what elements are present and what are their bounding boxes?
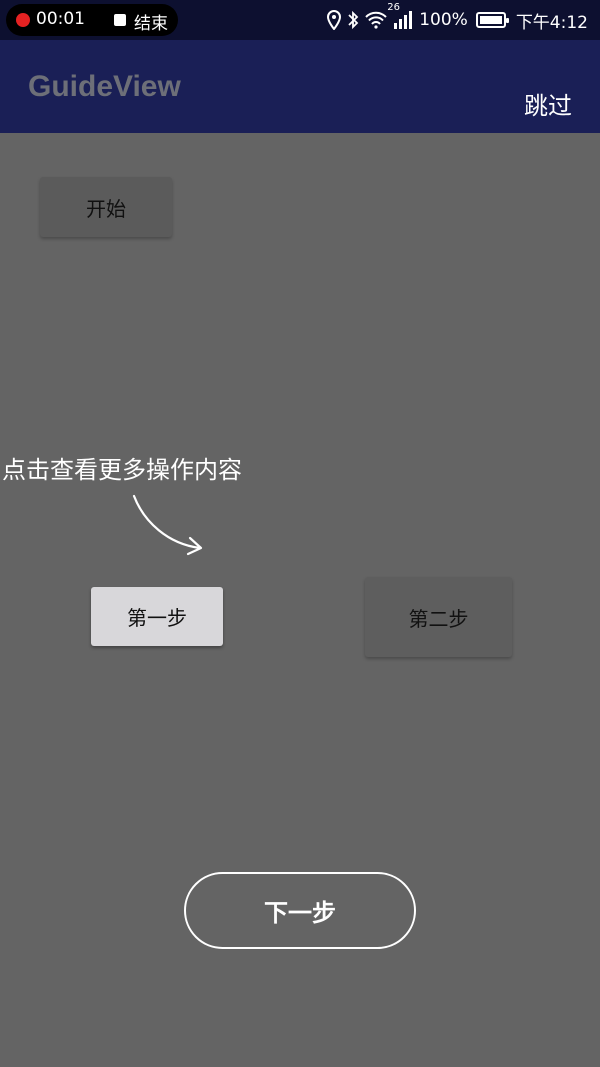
status-bar: 00:01 结束 26 100% 下午4:12 <box>0 0 600 40</box>
recording-time: 00:01 <box>36 9 85 29</box>
curved-arrow-icon <box>132 494 203 556</box>
skip-button[interactable]: 跳过 <box>524 86 572 121</box>
status-icons: 26 100% 下午4:12 <box>327 2 588 33</box>
clock: 下午4:12 <box>515 12 588 33</box>
recording-end-button[interactable]: 结束 <box>134 9 168 34</box>
app-bar: GuideView 跳过 <box>0 40 600 133</box>
network-type-label: 26 <box>387 2 400 13</box>
battery-icon <box>475 12 509 28</box>
recording-dot-icon <box>16 13 30 27</box>
location-icon <box>327 10 342 30</box>
wifi-icon <box>365 11 387 29</box>
step-two-button[interactable]: 第二步 <box>365 577 512 657</box>
stop-icon <box>114 14 126 26</box>
bluetooth-icon <box>347 10 359 30</box>
next-step-button[interactable]: 下一步 <box>184 872 416 949</box>
signal-icon: 26 <box>387 2 413 29</box>
guide-hint-text: 点击查看更多操作内容 <box>2 456 242 484</box>
app-title: GuideView <box>28 70 181 103</box>
start-button[interactable]: 开始 <box>40 177 172 237</box>
screen-recording-pill[interactable]: 00:01 结束 <box>6 4 178 36</box>
battery-percent: 100% <box>419 10 468 30</box>
step-one-button[interactable]: 第一步 <box>91 587 223 646</box>
